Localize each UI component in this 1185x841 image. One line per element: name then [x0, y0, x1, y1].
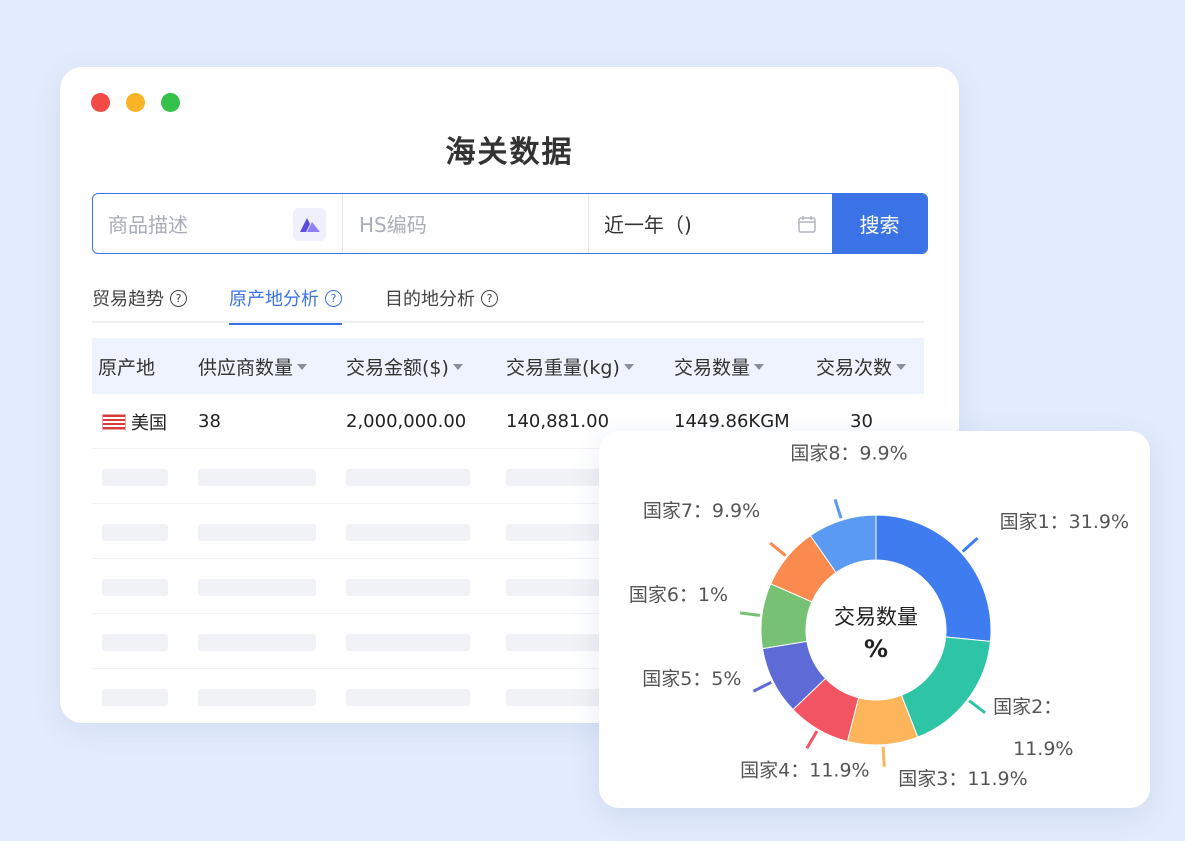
product-description-placeholder: 商品描述 — [108, 213, 188, 237]
column-header-weight[interactable]: 交易重量(kg) — [506, 338, 634, 394]
skeleton-cell — [198, 634, 316, 651]
skeleton-cell — [198, 469, 316, 486]
chart-center-unit: % — [864, 635, 888, 663]
skeleton-cell — [198, 579, 316, 596]
label-leader-line — [769, 541, 787, 557]
sort-caret-icon[interactable] — [623, 364, 634, 370]
column-header-amount[interactable]: 交易金额($) — [346, 338, 463, 394]
tab-label: 目的地分析 — [385, 289, 475, 310]
chart-card: 国家1：31.9% 国家2： 11.9% 国家3：11.9% 国家4：11.9% 国家5：… — [599, 431, 1150, 808]
maximize-window-button[interactable] — [161, 93, 180, 112]
search-button[interactable]: 搜索 — [832, 194, 927, 253]
skeleton-cell — [102, 524, 168, 541]
donut-slice-2[interactable] — [900, 636, 991, 738]
skeleton-cell — [102, 579, 168, 596]
column-header-origin: 原产地 — [98, 356, 156, 379]
hs-code-input[interactable]: HS编码 — [343, 194, 589, 253]
label-leader-line — [752, 680, 773, 693]
sort-caret-icon[interactable] — [452, 364, 463, 370]
skeleton-cell — [198, 689, 316, 706]
label-leader-line — [968, 699, 987, 715]
label-leader-line — [739, 611, 761, 617]
skeleton-cell — [346, 524, 470, 541]
hs-code-placeholder: HS编码 — [359, 213, 427, 237]
slice-label-7: 国家7：9.9% — [643, 500, 760, 522]
window-controls — [91, 93, 180, 112]
product-description-input[interactable]: 商品描述 — [93, 194, 343, 253]
help-icon[interactable]: ? — [170, 289, 187, 307]
help-icon[interactable]: ? — [481, 289, 498, 307]
calendar-icon — [797, 214, 817, 239]
tab-label: 原产地分析 — [229, 289, 319, 310]
sort-caret-icon[interactable] — [297, 364, 308, 370]
slice-label-1: 国家1：31.9% — [1000, 511, 1129, 533]
tab-label: 贸易趋势 — [92, 289, 164, 310]
date-range-picker[interactable]: 近一年（) — [589, 194, 832, 253]
column-header-count[interactable]: 交易次数 — [816, 338, 907, 394]
search-bar: 商品描述 HS编码 近一年（) 搜索 — [92, 193, 928, 254]
skeleton-cell — [346, 689, 470, 706]
column-header-suppliers[interactable]: 供应商数量 — [198, 338, 308, 394]
close-window-button[interactable] — [91, 93, 110, 112]
suppliers-cell: 38 — [198, 411, 221, 432]
skeleton-cell — [102, 469, 168, 486]
donut-chart: 国家1：31.9% 国家2： 11.9% 国家3：11.9% 国家4：11.9% 国家5：… — [629, 442, 1129, 790]
skeleton-cell — [346, 579, 470, 596]
column-header-quantity[interactable]: 交易数量 — [674, 338, 765, 394]
label-leader-line — [961, 536, 979, 553]
slice-label-3: 国家3：11.9% — [898, 768, 1027, 790]
label-leader-line — [805, 730, 819, 750]
analysis-tabs: 贸易趋势 ? 原产地分析 ? 目的地分析 ? — [92, 273, 924, 325]
skeleton-cell — [102, 689, 168, 706]
tab-destination-analysis[interactable]: 目的地分析 ? — [385, 281, 498, 315]
us-flag-icon — [102, 413, 126, 430]
sort-caret-icon[interactable] — [754, 364, 765, 370]
table-header: 原产地 供应商数量 交易金额($) 交易重量(kg) 交易数量 交易次数 — [92, 338, 924, 394]
slice-label-5: 国家5：5% — [642, 668, 741, 690]
chart-center-title: 交易数量 — [834, 605, 918, 629]
slice-label-2: 国家2： 11.9% — [993, 696, 1073, 760]
label-leader-line — [881, 746, 886, 767]
date-range-value: 近一年（) — [604, 213, 692, 237]
slice-label-6: 国家6：1% — [629, 584, 728, 606]
skeleton-cell — [346, 469, 470, 486]
page-title: 海关数据 — [445, 135, 574, 170]
amount-cell: 2,000,000.00 — [346, 411, 467, 432]
ai-logo-icon[interactable] — [293, 208, 326, 241]
skeleton-cell — [102, 634, 168, 651]
origin-cell: 美国 — [102, 394, 167, 449]
skeleton-cell — [198, 524, 316, 541]
slice-label-8: 国家8：9.9% — [790, 442, 907, 464]
tab-origin-analysis[interactable]: 原产地分析 ? — [229, 281, 342, 325]
skeleton-cell — [346, 634, 470, 651]
sort-caret-icon[interactable] — [896, 364, 907, 370]
weight-cell: 140,881.00 — [506, 411, 610, 432]
slice-label-4: 国家4：11.9% — [740, 759, 869, 781]
tab-trade-trend[interactable]: 贸易趋势 ? — [92, 281, 187, 315]
minimize-window-button[interactable] — [126, 93, 145, 112]
label-leader-line — [833, 498, 843, 519]
help-icon[interactable]: ? — [325, 289, 342, 307]
